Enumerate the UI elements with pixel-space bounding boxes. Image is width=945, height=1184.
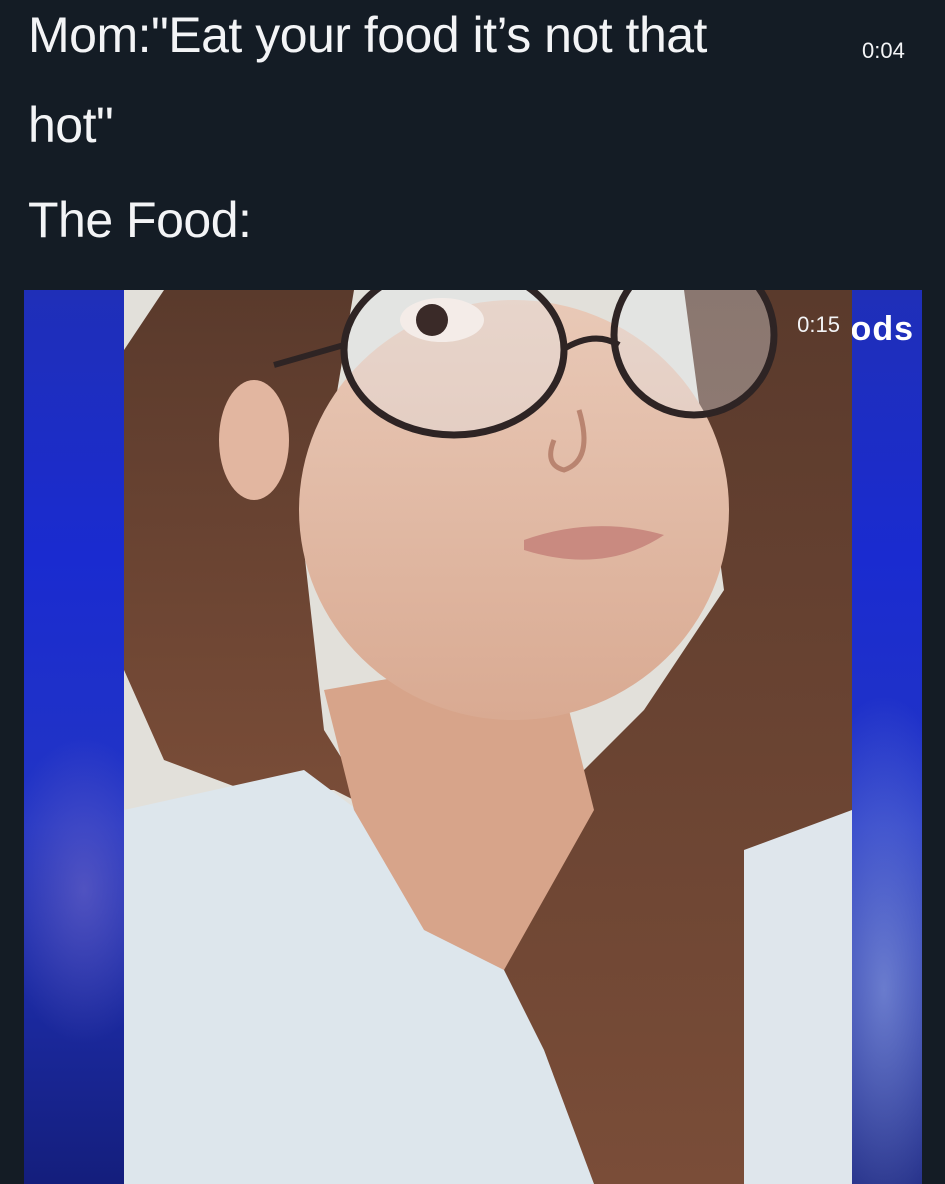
meme-media[interactable]: ods 0:15 — [24, 290, 922, 1184]
caption-line-3: The Food: — [28, 192, 252, 248]
meme-post: Mom:"Eat your food it’s not that 0:04 ho… — [0, 0, 945, 1184]
timestamp-photo: 0:15 — [797, 312, 840, 337]
glasses-right-lens — [610, 290, 778, 419]
selfie-illustration — [124, 290, 852, 1184]
ear — [219, 380, 289, 500]
background-video-caption: ods — [850, 310, 914, 348]
caption-line-2: hot" — [28, 97, 114, 153]
timestamp-top: 0:04 — [862, 38, 905, 63]
caption-line-1: Mom:"Eat your food it’s not that — [28, 7, 707, 63]
selfie-photo[interactable]: 0:15 — [124, 290, 852, 1184]
